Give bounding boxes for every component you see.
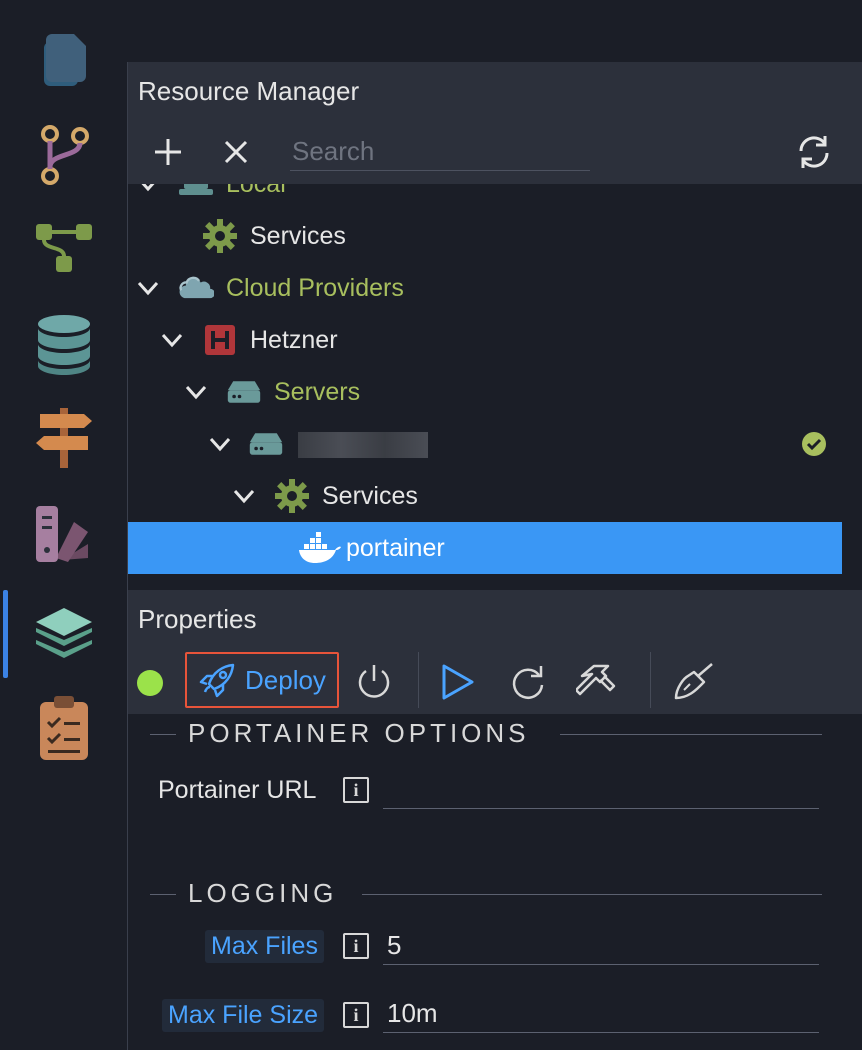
- section-title: LOGGING: [188, 878, 338, 908]
- tree-item-label: Services: [250, 222, 346, 250]
- tree-item-partial[interactable]: [128, 576, 842, 590]
- build-button[interactable]: [576, 660, 620, 704]
- chevron-down-icon[interactable]: [230, 482, 258, 510]
- plus-icon: [155, 139, 181, 165]
- portainer-url-input[interactable]: [383, 772, 819, 809]
- section-portainer-options: PORTAINER OPTIONS: [128, 714, 862, 754]
- gear-icon: [202, 218, 238, 254]
- properties-toolbar: Deploy: [127, 648, 862, 714]
- section-divider: [362, 894, 822, 895]
- close-icon: [224, 140, 248, 164]
- laptop-icon: [178, 184, 214, 202]
- tree-item-hetzner[interactable]: Hetzner: [128, 314, 842, 366]
- resource-manager-toolbar: [127, 118, 862, 184]
- start-button[interactable]: [436, 660, 480, 704]
- restart-button[interactable]: [506, 660, 550, 704]
- toolbar-divider: [418, 652, 419, 708]
- section-divider: [560, 734, 822, 735]
- max-files-input[interactable]: 5: [383, 928, 819, 965]
- chevron-down-icon[interactable]: [134, 274, 162, 302]
- layers-icon[interactable]: [30, 600, 98, 668]
- signpost-icon[interactable]: [30, 404, 98, 472]
- chevron-down-icon[interactable]: [206, 430, 234, 458]
- status-indicator: [137, 670, 163, 696]
- redacted-server-name: [298, 432, 428, 458]
- brush-icon: [674, 663, 713, 700]
- play-icon: [442, 664, 474, 700]
- rocket-icon: [199, 663, 235, 698]
- cloud-icon: [178, 270, 214, 306]
- properties-header: Properties: [127, 590, 862, 648]
- section-divider: [150, 894, 176, 895]
- power-button[interactable]: [352, 660, 396, 704]
- resource-manager-title: Resource Manager: [138, 76, 360, 106]
- tree-item-servers[interactable]: Servers: [128, 366, 842, 418]
- files-icon[interactable]: [30, 26, 98, 94]
- section-logging: LOGGING: [128, 874, 862, 914]
- check-circle-icon: [796, 426, 832, 462]
- properties-body: PORTAINER OPTIONS Portainer URL i LOGGIN…: [127, 714, 862, 1050]
- tree-item-server-services[interactable]: Services: [128, 470, 842, 522]
- toolbar-divider: [650, 652, 651, 708]
- hetzner-logo-icon: [202, 322, 238, 358]
- clean-button[interactable]: [672, 660, 716, 704]
- chevron-down-icon[interactable]: [134, 184, 162, 198]
- section-divider: [150, 734, 176, 735]
- palette-icon[interactable]: [30, 500, 98, 568]
- resource-tree: Local Services Cloud Providers Hetzner S…: [127, 184, 862, 590]
- network-icon[interactable]: [30, 214, 98, 282]
- max-file-size-input[interactable]: 10m: [383, 996, 819, 1033]
- refresh-button[interactable]: [794, 132, 834, 172]
- tree-item-label: Local: [226, 184, 286, 198]
- tree-item-local-services[interactable]: Services: [128, 210, 842, 262]
- tree-item-server[interactable]: [128, 418, 842, 470]
- info-icon[interactable]: i: [343, 777, 369, 803]
- field-label-portainer-url: Portainer URL: [158, 776, 317, 804]
- source-control-icon[interactable]: [30, 120, 98, 188]
- remove-button[interactable]: [216, 132, 256, 172]
- clipboard-tasks-icon[interactable]: [30, 694, 98, 762]
- deploy-button[interactable]: Deploy: [185, 652, 339, 708]
- tree-item-label: Hetzner: [250, 326, 338, 354]
- refresh-icon: [799, 136, 829, 168]
- resource-manager-header: Resource Manager: [127, 62, 862, 118]
- info-icon[interactable]: i: [343, 933, 369, 959]
- active-indicator: [3, 590, 8, 678]
- deploy-label: Deploy: [245, 664, 326, 695]
- add-button[interactable]: [148, 132, 188, 172]
- field-label-max-file-size: Max File Size: [162, 999, 325, 1032]
- server-icon: [248, 426, 284, 462]
- gear-icon: [274, 478, 310, 514]
- tree-item-label: portainer: [346, 534, 445, 562]
- properties-title: Properties: [138, 604, 257, 634]
- info-icon[interactable]: i: [343, 1002, 369, 1028]
- hammer-icon: [576, 664, 616, 696]
- database-icon[interactable]: [30, 310, 98, 378]
- tree-item-label: Cloud Providers: [226, 274, 404, 302]
- field-label-max-files: Max Files: [205, 930, 324, 963]
- tree-item-local[interactable]: Local: [128, 184, 842, 210]
- tree-item-label: Servers: [274, 378, 361, 406]
- chevron-down-icon[interactable]: [158, 326, 186, 354]
- tree-item-cloud-providers[interactable]: Cloud Providers: [128, 262, 842, 314]
- chevron-down-icon[interactable]: [182, 378, 210, 406]
- power-icon: [358, 665, 390, 698]
- server-icon: [226, 374, 262, 410]
- section-title: PORTAINER OPTIONS: [188, 718, 530, 748]
- docker-icon: [298, 530, 342, 566]
- tree-item-label: Services: [322, 482, 418, 510]
- activity-bar: [0, 0, 127, 1050]
- tree-item-portainer[interactable]: portainer: [128, 522, 842, 574]
- search-input[interactable]: [290, 132, 590, 171]
- restart-icon: [512, 666, 544, 699]
